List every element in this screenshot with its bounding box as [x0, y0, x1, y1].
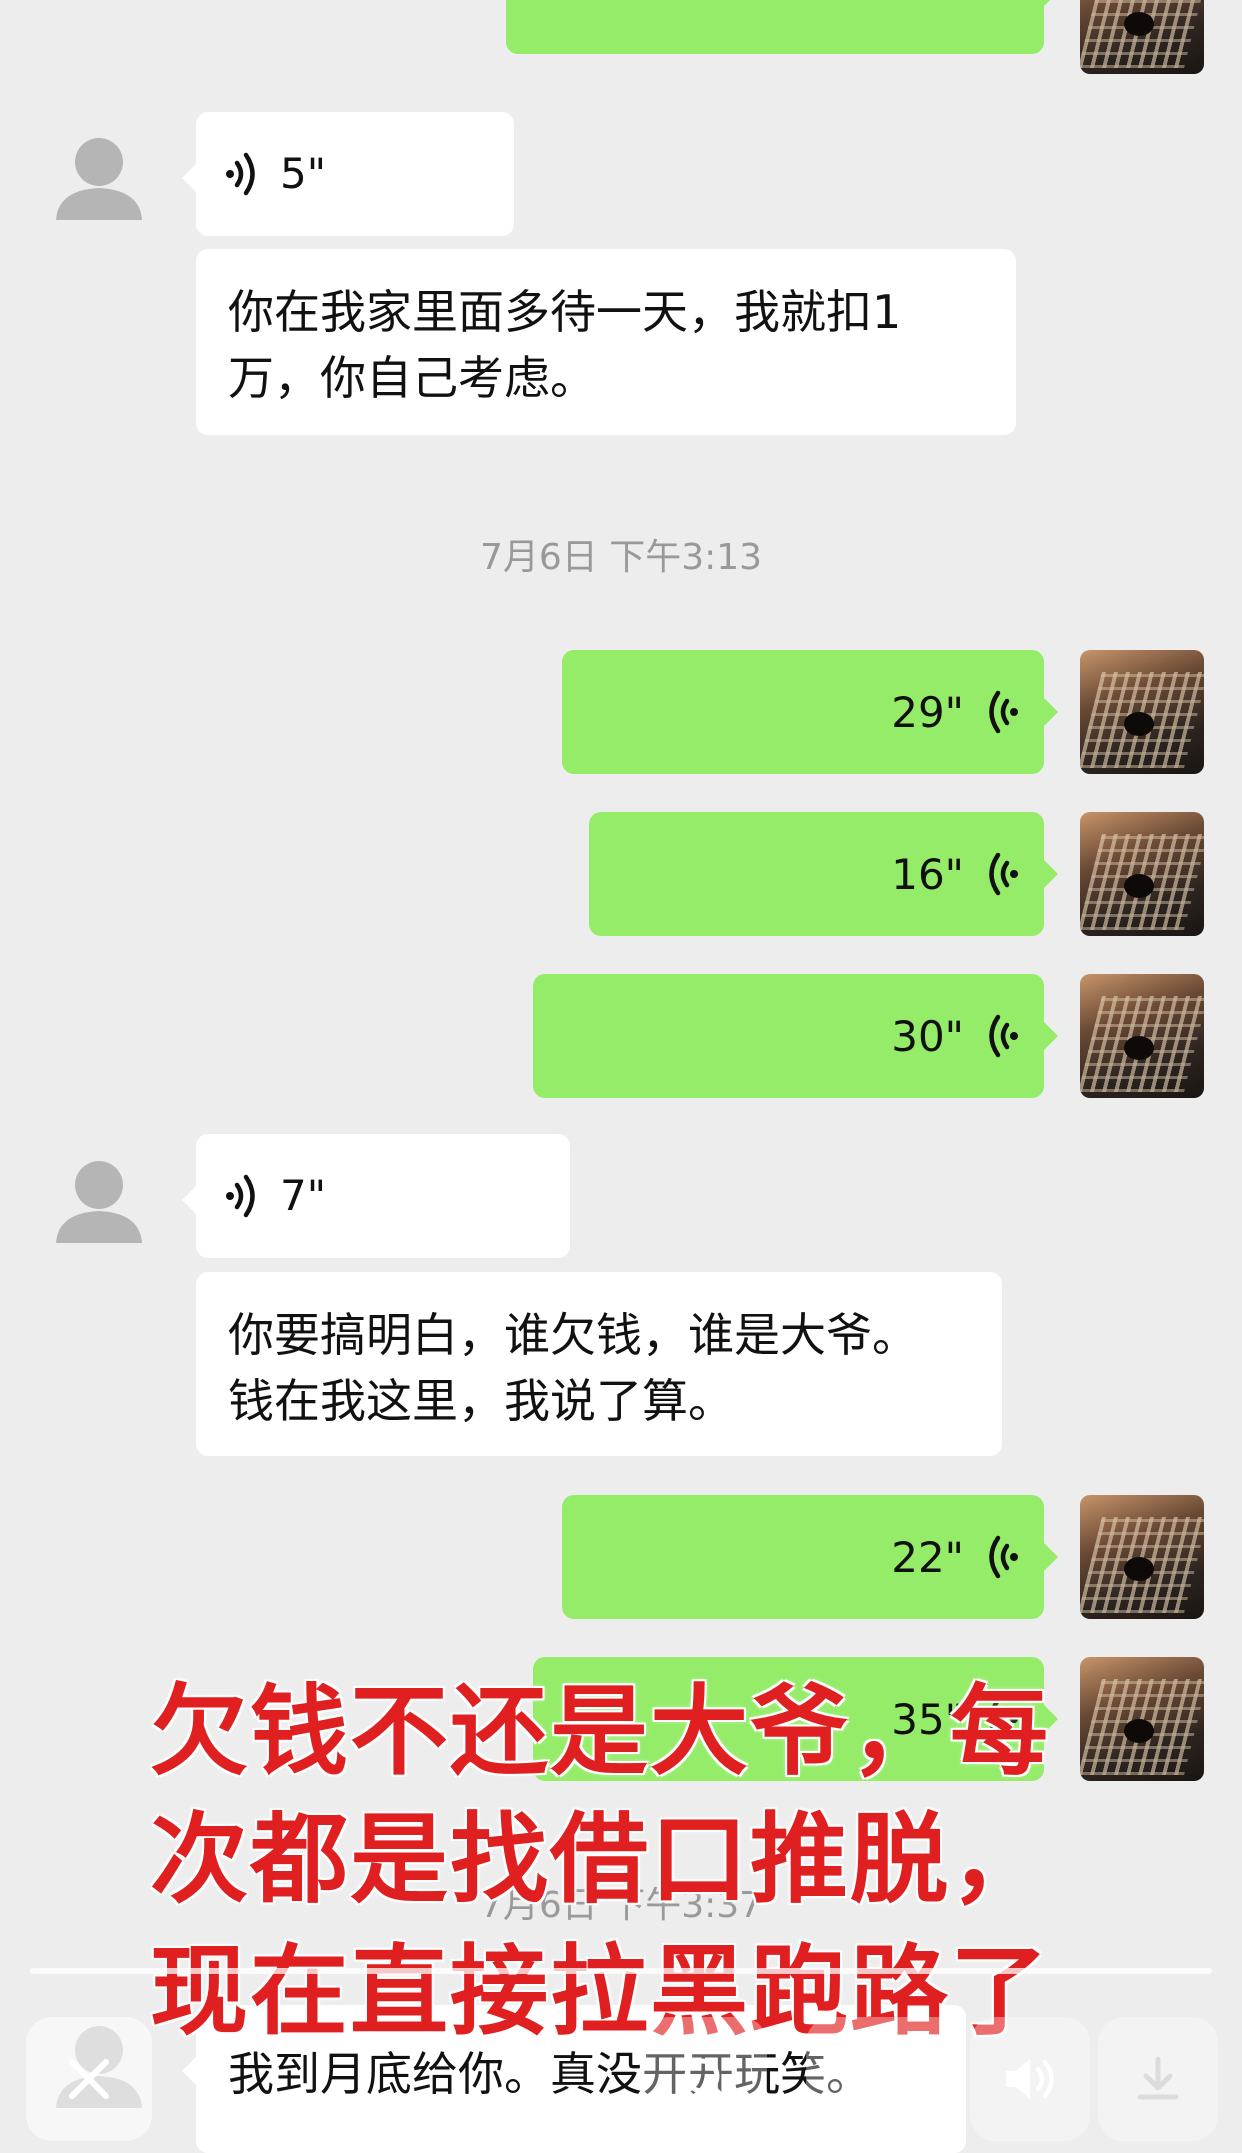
- voice-duration: 7": [280, 1171, 327, 1220]
- message-line: 你要搞明白，谁欠钱，谁是大爷。: [228, 1308, 918, 1362]
- message-line: 钱在我这里，我说了算。: [228, 1374, 734, 1428]
- incoming-text-bubble[interactable]: 你要搞明白，谁欠钱，谁是大爷。 钱在我这里，我说了算。: [196, 1272, 1002, 1456]
- incoming-voice-bubble[interactable]: 7": [182, 1134, 570, 1258]
- voice-duration: 22": [891, 1532, 964, 1582]
- incoming-voice-bubble[interactable]: 5": [182, 112, 514, 236]
- self-avatar[interactable]: [1080, 812, 1204, 936]
- overlay-caption-line: 欠钱不还是大爷，每: [150, 1675, 1051, 1789]
- message-line: 万，你自己考虑。: [228, 351, 596, 405]
- menu-button[interactable]: [806, 2017, 962, 2141]
- incoming-text-bubble[interactable]: 你在我家里面多待一天，我就扣1 万，你自己考虑。: [196, 249, 1016, 435]
- default-avatar-icon: [56, 138, 142, 220]
- default-avatar-icon: [56, 1161, 142, 1243]
- voice-duration: 30": [891, 1011, 964, 1061]
- menu-icon: [863, 2064, 905, 2094]
- voice-wave-icon: [226, 1174, 255, 1218]
- download-icon: [1137, 2056, 1179, 2100]
- voice-wave-icon: [989, 1014, 1018, 1058]
- volume-button[interactable]: [970, 2017, 1090, 2141]
- close-button[interactable]: [26, 2017, 152, 2141]
- voice-duration: 5": [280, 149, 327, 198]
- voice-duration: 29": [891, 687, 964, 737]
- contact-avatar[interactable]: [44, 1147, 154, 1257]
- self-avatar[interactable]: [1080, 1495, 1204, 1619]
- chat-timestamp: 7月6日 下午3:13: [479, 537, 763, 578]
- video-progress-track[interactable]: [30, 1968, 1212, 1974]
- download-button[interactable]: [1098, 2017, 1218, 2141]
- self-avatar[interactable]: [1080, 650, 1204, 774]
- overlay-caption-line: 次都是找借口推脱，: [150, 1803, 1051, 1917]
- self-avatar[interactable]: [1080, 0, 1204, 74]
- voice-duration: 16": [891, 849, 964, 899]
- outgoing-voice-bubble-partial[interactable]: [506, 0, 1058, 54]
- self-avatar[interactable]: [1080, 974, 1204, 1098]
- contact-avatar[interactable]: [44, 124, 154, 234]
- message-line: 你在我家里面多待一天，我就扣1: [228, 285, 902, 339]
- volume-icon: [1006, 2059, 1054, 2099]
- outgoing-voice-bubble[interactable]: 16": [589, 812, 1058, 936]
- voice-wave-icon: [989, 1535, 1018, 1579]
- close-icon: [69, 2059, 109, 2099]
- search-icon: [684, 2058, 728, 2102]
- outgoing-voice-bubble[interactable]: 30": [533, 974, 1058, 1098]
- self-avatar[interactable]: [1080, 1657, 1204, 1781]
- search-button[interactable]: [643, 2017, 767, 2141]
- voice-wave-icon: [989, 690, 1018, 734]
- outgoing-voice-bubble[interactable]: 29": [562, 650, 1058, 774]
- voice-wave-icon: [226, 152, 255, 196]
- outgoing-voice-bubble[interactable]: 22": [562, 1495, 1058, 1619]
- voice-wave-icon: [989, 852, 1018, 896]
